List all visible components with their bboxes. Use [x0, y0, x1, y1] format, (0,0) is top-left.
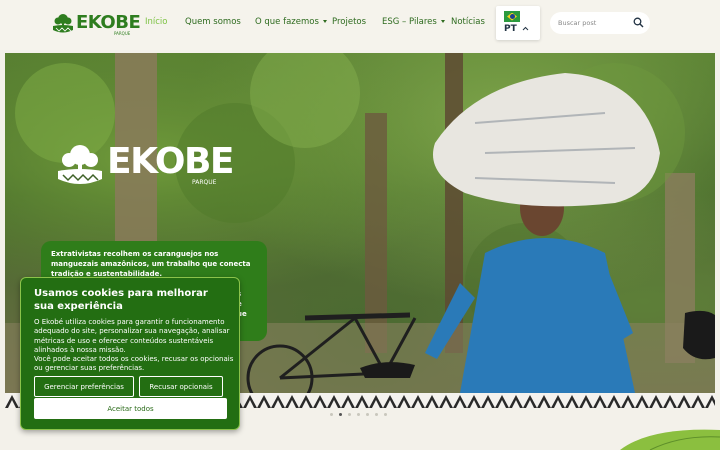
chevron-down-icon [440, 20, 445, 23]
chevron-down-icon [322, 20, 327, 23]
language-selector[interactable]: PT [496, 6, 540, 40]
chevron-up-icon [522, 26, 529, 31]
nav-item-esg-pilares[interactable]: ESG – Pilares [382, 17, 445, 27]
hero-logo-wordmark: EKOBE [107, 141, 235, 182]
search-icon[interactable] [633, 17, 644, 28]
logo-wordmark: EKOBE [76, 12, 141, 33]
cookie-title: Usamos cookies para melhorar sua experiê… [34, 288, 208, 312]
hero-logo: EKOBE PARQUE [55, 139, 235, 189]
hero-caption-text: Extrativistas recolhem os caranguejos no… [51, 250, 251, 278]
caption-fragment: ue [237, 310, 247, 318]
site-header: EKOBE PARQUE Início Quem somos O que faz… [0, 0, 720, 50]
slider-dot[interactable] [384, 413, 387, 416]
cookie-paragraph: Você pode aceitar todos os cookies, recu… [34, 355, 234, 373]
nav-item-inicio[interactable]: Início [145, 17, 168, 27]
nav-item-projetos[interactable]: Projetos [332, 17, 366, 27]
logo-subtitle: PARQUE [114, 31, 131, 36]
nav-item-noticias[interactable]: Notícias [451, 17, 485, 27]
brazil-flag-icon [504, 11, 520, 22]
nav-item-label: O que fazemos [255, 17, 319, 27]
manage-preferences-button[interactable]: Gerenciar preferências [34, 376, 134, 397]
ekobe-tree-logo-icon [58, 145, 102, 184]
search-input[interactable] [558, 16, 628, 30]
refuse-optional-button[interactable]: Recusar opcionais [139, 376, 223, 397]
slider-dot[interactable] [330, 413, 333, 416]
slider-dot[interactable] [348, 413, 351, 416]
search-box [550, 12, 650, 34]
cookie-description: O Ekobé utiliza cookies para garantir o … [34, 318, 234, 374]
nav-item-label: ESG – Pilares [382, 17, 437, 27]
cookie-paragraph: O Ekobé utiliza cookies para garantir o … [34, 318, 230, 354]
ekobe-tree-logo-icon [53, 14, 73, 33]
nav-item-o-que-fazemos[interactable]: O que fazemos [255, 17, 327, 27]
slider-dot[interactable] [357, 413, 360, 416]
slider-dot[interactable] [339, 413, 342, 416]
caption-fragment: e [237, 299, 257, 309]
cookie-consent-banner: Usamos cookies para melhorar sua experiê… [20, 277, 240, 430]
slider-dot[interactable] [375, 413, 378, 416]
hero-caption-overflow: s e ue [237, 289, 257, 319]
leaf-decoration [620, 429, 720, 450]
site-logo[interactable]: EKOBE PARQUE [52, 11, 141, 39]
caption-fragment: s [237, 289, 257, 299]
slider-dot[interactable] [366, 413, 369, 416]
hero-logo-subtitle: PARQUE [192, 179, 217, 186]
language-code: PT [504, 24, 517, 34]
accept-all-button[interactable]: Aceitar todos [34, 398, 227, 419]
nav-item-quem-somos[interactable]: Quem somos [185, 17, 241, 27]
